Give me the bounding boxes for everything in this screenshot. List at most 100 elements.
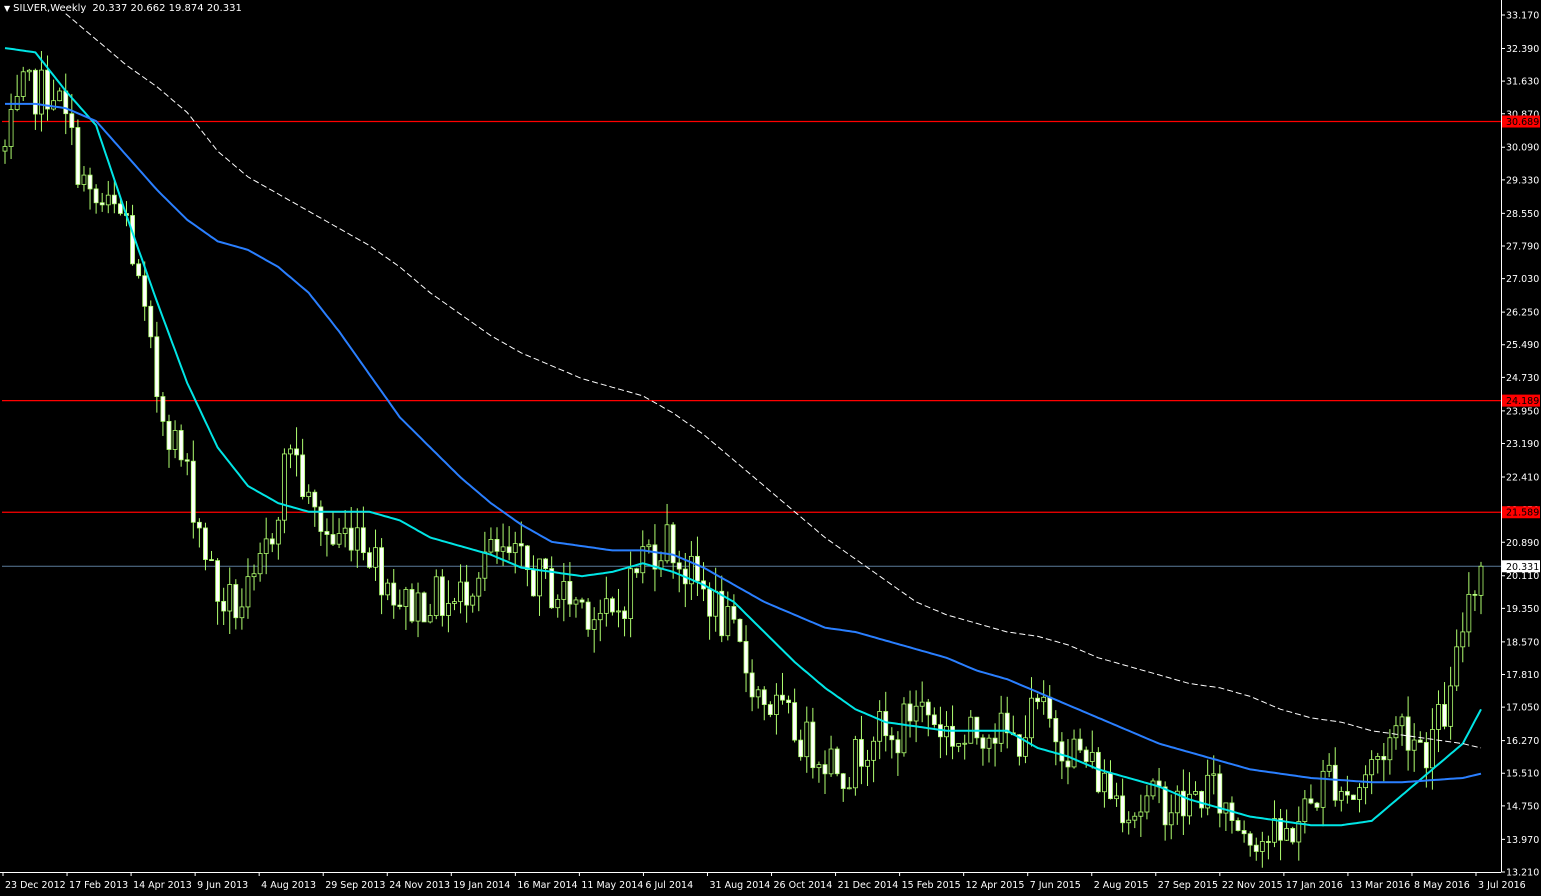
candle-body [221,600,227,612]
candle-body [257,553,263,575]
price-tick-label: 30.090 [1506,143,1539,154]
candle-body [427,615,433,623]
candle-body [695,555,700,582]
candle-body [99,202,105,206]
candle-body [859,739,864,767]
level-price-label: 21.589 [1506,508,1539,519]
candle-body [1478,565,1484,596]
price-tick-label: 18.570 [1506,637,1539,648]
candle-body [840,773,846,789]
candle-body [111,194,117,205]
candle-body [1436,704,1441,730]
candle-body [184,459,190,462]
candle-body [263,538,269,554]
candle-body [105,194,111,206]
price-tick-label: 23.950 [1506,406,1539,417]
candle-body [670,524,676,564]
candle-body [780,694,785,701]
candle-body [391,582,397,606]
candle-body [215,560,220,602]
price-tick-label: 24.730 [1506,373,1539,384]
candle-body [761,689,767,705]
candle-body [962,742,968,745]
time-tick-label: 2 Aug 2015 [1094,880,1149,891]
candle-body [2,146,8,152]
candle-body [26,69,32,73]
chart-background [0,0,1541,896]
candle-body [1065,760,1071,768]
candle-body [1357,787,1362,800]
candle-body [822,764,828,775]
time-tick-label: 24 Nov 2013 [389,880,450,891]
time-tick-label: 21 Dec 2014 [838,880,899,891]
candle-body [792,702,798,741]
candle-body [8,109,14,147]
candle-body [1338,791,1344,801]
candle-body [810,721,816,769]
candle-body [865,759,870,767]
candle-body [749,672,755,698]
candle-body [1272,818,1277,843]
candle-body [1442,704,1447,727]
candle-body [798,739,804,758]
candle-body [597,612,603,621]
price-tick-label: 23.190 [1506,439,1539,450]
candle-body [543,558,548,569]
candle-body [524,545,530,571]
candle-body [1138,811,1144,817]
candle-body [1351,794,1356,800]
candle-body [992,737,998,744]
candle-body [725,606,731,637]
candle-body [354,527,360,551]
time-tick-label: 6 Jul 2014 [645,880,693,891]
candle-body [1211,773,1217,776]
candle-body [476,577,482,597]
ohlc-readout: 20.337 20.662 19.874 20.331 [92,3,242,14]
candle-body [324,531,330,535]
candle-body [318,506,324,532]
price-chart[interactable]: 33.17032.39031.63030.87030.09029.33028.5… [0,0,1541,896]
symbol-label: SILVER,Weekly [13,3,87,14]
candle-body [1035,697,1040,703]
candle-body [974,716,980,739]
price-tick-label: 13.970 [1506,835,1539,846]
candle-body [561,581,567,600]
candle-body [1472,593,1478,596]
candle-body [846,787,852,790]
candle-body [1205,774,1211,809]
candle-body [1387,737,1393,761]
time-tick-label: 17 Jan 2016 [1286,880,1343,891]
candle-body [591,619,597,630]
candle-body [919,701,925,707]
candle-body [409,589,415,622]
candle-body [500,546,506,552]
candle-body [342,527,348,534]
dropdown-triangle-icon[interactable]: ▼ [4,4,10,13]
candle-body [245,576,251,608]
candle-body [895,739,901,754]
candle-body [154,336,160,397]
candle-body [1320,770,1326,808]
price-tick-label: 17.050 [1506,703,1539,714]
candle-body [421,592,427,623]
time-tick-label: 9 Jun 2013 [197,880,248,891]
candle-body [63,90,69,115]
time-tick-label: 22 Nov 2015 [1222,880,1283,891]
candle-body [1114,795,1119,800]
candle-body [743,641,749,674]
candle-body [1454,646,1460,687]
candle-body [549,568,555,609]
time-tick-label: 16 Mar 2014 [517,880,577,891]
candle-body [397,604,403,607]
candle-body [348,527,354,551]
candle-body [20,71,26,97]
candle-body [1029,697,1034,739]
price-tick-label: 20.890 [1506,538,1539,549]
candle [737,618,743,643]
candle-body [1375,755,1381,760]
candle-body [1235,820,1241,831]
candle-body [433,576,439,616]
candle-body [118,203,123,214]
price-tick-label: 27.790 [1506,241,1539,252]
candle-body [676,562,682,570]
